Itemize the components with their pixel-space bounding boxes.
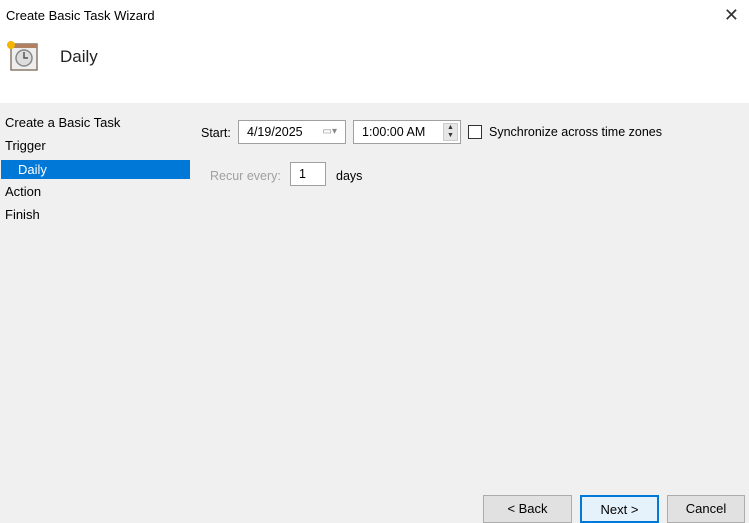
calendar-dropdown-icon[interactable]: ▭▾ — [323, 121, 337, 143]
start-time-value: 1:00:00 AM — [362, 125, 426, 139]
start-time-input[interactable]: 1:00:00 AM ▲ ▼ — [353, 120, 461, 144]
start-date-value: 4/19/2025 — [247, 125, 303, 139]
back-button[interactable]: < Back — [483, 495, 572, 523]
wizard-steps: Create a Basic Task Trigger Daily Action… — [0, 114, 190, 229]
step-action: Action — [5, 184, 42, 199]
sync-timezones-label: Synchronize across time zones — [489, 125, 662, 139]
task-scheduler-clock-icon — [7, 41, 38, 71]
close-icon[interactable]: ✕ — [724, 5, 739, 26]
sync-timezones-checkbox[interactable] — [468, 125, 482, 139]
step-trigger: Trigger — [5, 138, 46, 153]
step-create-basic-task: Create a Basic Task — [5, 115, 121, 130]
wizard-header: Create Basic Task Wizard ✕ Daily — [0, 0, 749, 103]
recur-unit-label: days — [336, 169, 363, 183]
start-label: Start: — [201, 126, 231, 140]
start-date-picker[interactable]: 4/19/2025 ▭▾ — [238, 120, 346, 144]
page-title: Daily — [60, 47, 98, 66]
time-spinner[interactable]: ▲ ▼ — [443, 123, 458, 141]
step-daily: Daily — [1, 160, 190, 179]
window-title: Create Basic Task Wizard — [6, 8, 155, 23]
next-button[interactable]: Next > — [580, 495, 659, 523]
cancel-button[interactable]: Cancel — [667, 495, 745, 523]
step-finish: Finish — [5, 207, 40, 222]
recur-days-input[interactable]: 1 — [290, 162, 326, 186]
recur-every-label: Recur every: — [210, 169, 281, 183]
